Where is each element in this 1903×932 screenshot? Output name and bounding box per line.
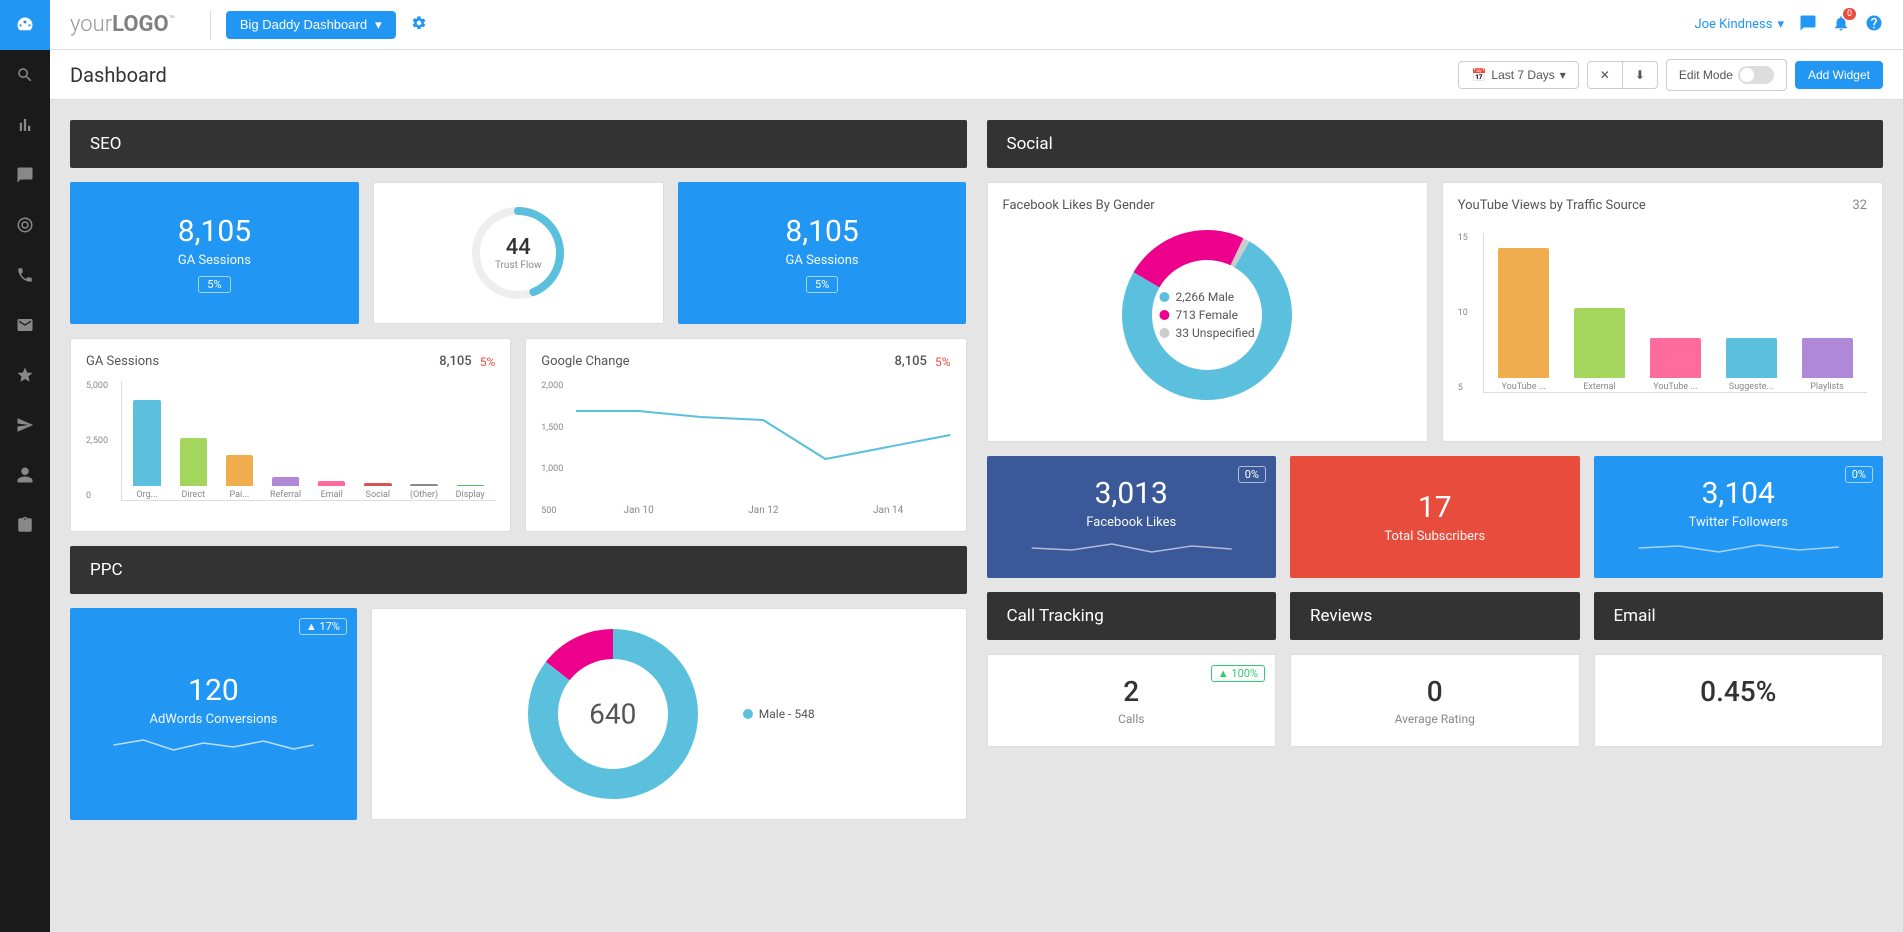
subscribers-tile[interactable]: 17 Total Subscribers (1290, 456, 1580, 578)
search-icon (16, 66, 34, 84)
sidebar-phone[interactable] (0, 250, 50, 300)
sidebar-target[interactable] (0, 200, 50, 250)
email-header: Email (1594, 592, 1884, 640)
page-header: Dashboard 📅Last 7 Days▾ ✕ ⬇ Edit Mode Ad… (50, 50, 1903, 100)
fb-likes-tile[interactable]: 0% 3,013 Facebook Likes (987, 456, 1277, 578)
help-icon (1865, 14, 1883, 32)
send-icon (16, 416, 34, 434)
messages-button[interactable] (1799, 14, 1817, 36)
gauge-icon (16, 16, 34, 34)
email-card[interactable]: 0.45% (1594, 654, 1884, 747)
close-icon: ✕ (1600, 68, 1610, 82)
yt-traffic-card[interactable]: YouTube Views by Traffic Source32 15105 … (1442, 182, 1883, 442)
download-icon: ⬇ (1635, 68, 1645, 82)
chat-icon (16, 166, 34, 184)
settings-button[interactable] (411, 15, 427, 35)
divider (210, 10, 211, 40)
google-change-card[interactable]: Google Change8,1055% 2,0001,5001,000500 … (525, 338, 966, 532)
ga-sessions-chart-card[interactable]: GA Sessions8,1055% 5,0002,5000 Org...Dir… (70, 338, 511, 532)
twitter-tile[interactable]: 0% 3,104 Twitter Followers (1594, 456, 1884, 578)
line-chart (576, 381, 950, 501)
sparkline-icon (1614, 538, 1864, 558)
mail-icon (16, 316, 34, 334)
calls-card[interactable]: ▲ 100% 2 Calls (987, 654, 1277, 747)
help-button[interactable] (1865, 14, 1883, 36)
add-widget-button[interactable]: Add Widget (1795, 61, 1883, 89)
trust-flow-tile[interactable]: 44Trust Flow (373, 182, 664, 324)
fb-gender-card[interactable]: Facebook Likes By Gender 2,266 Male 713 … (987, 182, 1428, 442)
edit-mode-toggle[interactable]: Edit Mode (1666, 59, 1787, 91)
sidebar-star[interactable] (0, 350, 50, 400)
social-section-header: Social (987, 120, 1884, 168)
logo: yourLOGO™ (70, 12, 175, 37)
sidebar-analytics[interactable] (0, 100, 50, 150)
sidebar-chat[interactable] (0, 150, 50, 200)
close-button[interactable]: ✕ (1587, 61, 1623, 89)
sparkline-icon (1007, 538, 1257, 558)
user-icon (16, 466, 34, 484)
chevron-down-icon: ▾ (1777, 17, 1784, 32)
notifications-button[interactable]: 0 (1832, 14, 1850, 36)
action-group: ✕ ⬇ (1587, 61, 1658, 89)
sidebar-clipboard[interactable] (0, 500, 50, 550)
content: SEO 8,105 GA Sessions 5% 44Trust Flow 8,… (50, 100, 1903, 840)
date-range-button[interactable]: 📅Last 7 Days▾ (1458, 61, 1578, 89)
ppc-donut-card[interactable]: 640 Male - 548 (371, 608, 967, 820)
sidebar-user[interactable] (0, 450, 50, 500)
rating-card[interactable]: 0 Average Rating (1290, 654, 1580, 747)
chat-bubbles-icon (1799, 14, 1817, 32)
ga-sessions-tile-1[interactable]: 8,105 GA Sessions 5% (70, 182, 359, 324)
ga-sessions-tile-2[interactable]: 8,105 GA Sessions 5% (678, 182, 967, 324)
reviews-header: Reviews (1290, 592, 1580, 640)
user-menu[interactable]: Joe Kindness▾ (1694, 17, 1784, 32)
topbar: yourLOGO™ Big Daddy Dashboard▾ Joe Kindn… (50, 0, 1903, 50)
download-button[interactable]: ⬇ (1622, 61, 1658, 89)
sparkline-icon (90, 735, 337, 755)
call-tracking-header: Call Tracking (987, 592, 1277, 640)
seo-section-header: SEO (70, 120, 967, 168)
sidebar-dashboard[interactable] (0, 0, 50, 50)
chevron-down-icon: ▾ (375, 17, 382, 33)
clipboard-icon (16, 516, 34, 534)
notif-badge: 0 (1843, 8, 1856, 20)
toggle-switch (1738, 66, 1774, 84)
ppc-section-header: PPC (70, 546, 967, 594)
bars-icon (16, 116, 34, 134)
phone-icon (16, 266, 34, 284)
adwords-tile[interactable]: ▲ 17% 120 AdWords Conversions (70, 608, 357, 820)
sidebar-mail[interactable] (0, 300, 50, 350)
star-icon (16, 366, 34, 384)
sidebar (0, 0, 50, 932)
chevron-down-icon: ▾ (1560, 68, 1566, 82)
sidebar-search[interactable] (0, 50, 50, 100)
target-icon (16, 216, 34, 234)
sidebar-send[interactable] (0, 400, 50, 450)
dashboard-selector[interactable]: Big Daddy Dashboard▾ (226, 11, 396, 39)
gear-icon (411, 15, 427, 31)
page-title: Dashboard (70, 63, 167, 87)
calendar-icon: 📅 (1471, 68, 1486, 82)
